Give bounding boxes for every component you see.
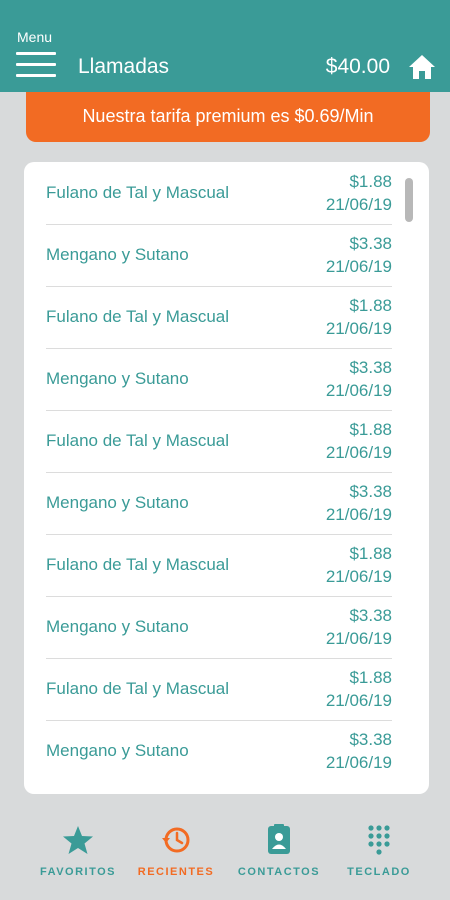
contact-card-icon (268, 824, 290, 854)
star-icon (63, 826, 93, 854)
app-header: Menu Llamadas $40.00 (0, 0, 450, 92)
tab-label: TECLADO (347, 866, 411, 878)
call-date: 21/06/19 (325, 195, 392, 214)
contact-name: Mengano y Sutano (46, 741, 189, 760)
call-row[interactable]: Mengano y Sutano $3.38 21/06/19 (46, 472, 392, 535)
call-row[interactable]: Mengano y Sutano $3.38 21/06/19 (46, 224, 392, 287)
call-row[interactable]: Mengano y Sutano $3.38 21/06/19 (46, 720, 392, 782)
call-date: 21/06/19 (325, 691, 392, 710)
bottom-tab-bar: FAVORITOS RECIENTES CONTACTOS TECLADO (0, 812, 450, 900)
dialpad-icon (368, 825, 390, 855)
call-cost: $3.38 (349, 730, 392, 749)
call-cost: $1.88 (349, 172, 392, 191)
list-scrollbar[interactable] (405, 178, 413, 222)
premium-rate-text: Nuestra tarifa premium es $0.69/Min (82, 106, 374, 126)
tab-label: CONTACTOS (237, 866, 321, 878)
page-title: Llamadas (78, 55, 170, 78)
tab-teclado[interactable]: TECLADO (329, 812, 429, 892)
hamburger-icon[interactable] (16, 52, 56, 78)
history-icon (162, 827, 190, 853)
contact-name: Mengano y Sutano (46, 617, 189, 636)
contact-name: Fulano de Tal y Mascual (46, 307, 230, 326)
call-cost: $1.88 (349, 296, 392, 315)
call-cost: $3.38 (349, 234, 392, 253)
call-cost: $1.88 (349, 544, 392, 563)
contact-name: Fulano de Tal y Mascual (46, 431, 230, 450)
call-date: 21/06/19 (325, 319, 392, 338)
call-date: 21/06/19 (325, 753, 392, 772)
call-row[interactable]: Mengano y Sutano $3.38 21/06/19 (46, 596, 392, 659)
contact-name: Mengano y Sutano (46, 493, 189, 512)
contact-name: Fulano de Tal y Mascual (46, 555, 230, 574)
tab-label: FAVORITOS (39, 866, 117, 878)
call-date: 21/06/19 (325, 443, 392, 462)
call-date: 21/06/19 (325, 629, 392, 648)
contact-name: Mengano y Sutano (46, 369, 189, 388)
call-date: 21/06/19 (325, 257, 392, 276)
menu-label: Menu (17, 29, 53, 45)
call-cost: $1.88 (349, 668, 392, 687)
balance-amount: $40.00 (325, 55, 390, 78)
call-row[interactable]: Fulano de Tal y Mascual $1.88 21/06/19 (46, 410, 392, 473)
contact-name: Mengano y Sutano (46, 245, 189, 264)
call-date: 21/06/19 (325, 381, 392, 400)
call-row[interactable]: Mengano y Sutano $3.38 21/06/19 (46, 348, 392, 411)
tab-contactos[interactable]: CONTACTOS (229, 812, 329, 892)
call-row[interactable]: Fulano de Tal y Mascual $1.88 21/06/19 (46, 162, 392, 225)
call-cost: $1.88 (349, 420, 392, 439)
home-icon[interactable] (408, 54, 436, 80)
tab-label: RECIENTES (137, 866, 215, 878)
call-row[interactable]: Fulano de Tal y Mascual $1.88 21/06/19 (46, 286, 392, 349)
tab-favoritos[interactable]: FAVORITOS (28, 812, 128, 892)
tab-recientes[interactable]: RECIENTES (126, 812, 226, 892)
call-date: 21/06/19 (325, 505, 392, 524)
call-cost: $3.38 (349, 606, 392, 625)
contact-name: Fulano de Tal y Mascual (46, 183, 230, 202)
recent-calls-list[interactable]: Fulano de Tal y Mascual $1.88 21/06/19 M… (24, 162, 429, 794)
call-cost: $3.38 (349, 482, 392, 501)
call-date: 21/06/19 (325, 567, 392, 586)
contact-name: Fulano de Tal y Mascual (46, 679, 230, 698)
premium-rate-banner: Nuestra tarifa premium es $0.69/Min (26, 92, 430, 142)
call-row[interactable]: Fulano de Tal y Mascual $1.88 21/06/19 (46, 534, 392, 597)
call-cost: $3.38 (349, 358, 392, 377)
call-row[interactable]: Fulano de Tal y Mascual $1.88 21/06/19 (46, 658, 392, 721)
